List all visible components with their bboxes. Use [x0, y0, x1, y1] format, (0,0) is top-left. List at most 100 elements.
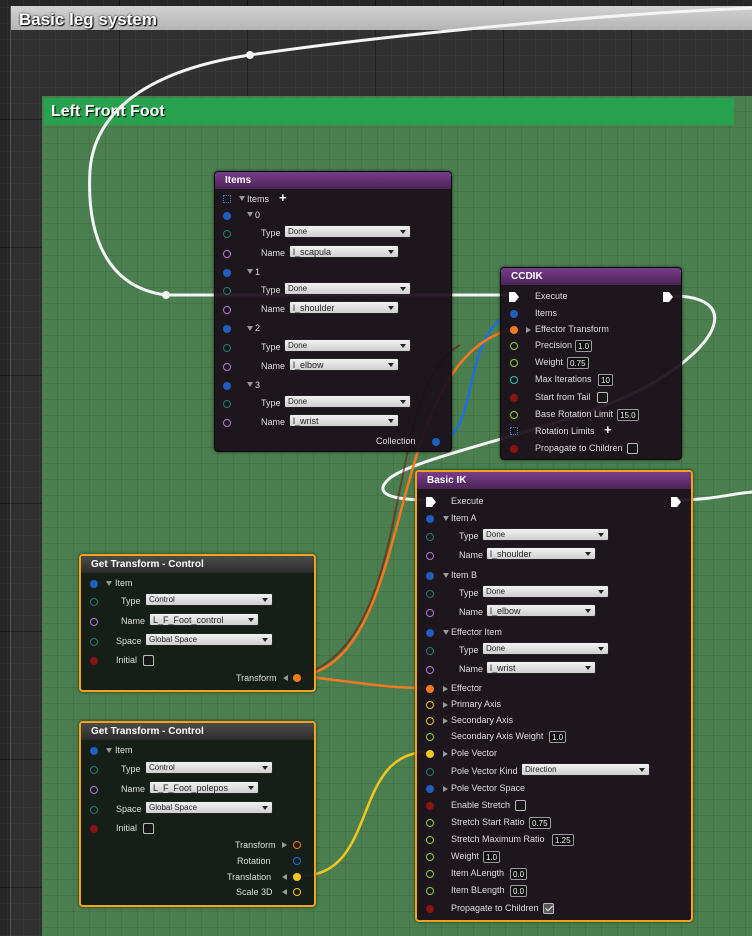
name-pin[interactable] [223, 250, 231, 258]
name-dropdown[interactable]: l_shoulder [289, 301, 399, 314]
space-pin[interactable] [90, 638, 98, 646]
expand-arrow-icon[interactable] [239, 196, 245, 201]
type-pin[interactable] [90, 598, 98, 606]
type-pin[interactable] [223, 400, 231, 408]
expand-arrow-icon[interactable] [106, 748, 112, 753]
type-dropdown[interactable]: Done [482, 642, 609, 655]
pole-vector-space-pin[interactable] [426, 785, 434, 793]
node-header[interactable]: Basic IK [417, 472, 691, 489]
type-pin[interactable] [426, 590, 434, 598]
items-pin[interactable] [510, 310, 518, 318]
exec-out-pin[interactable] [663, 292, 673, 302]
exec-in-pin[interactable] [509, 292, 519, 302]
comment-title-bar[interactable]: Basic leg system [11, 6, 752, 30]
rotation-output-pin[interactable] [293, 857, 301, 865]
exec-out-pin[interactable] [671, 497, 681, 507]
expand-arrow-icon[interactable] [247, 212, 253, 217]
type-dropdown[interactable]: Control [145, 593, 273, 606]
stretch-max-ratio-field[interactable]: 1.25 [552, 834, 574, 846]
stretch-max-ratio-pin[interactable] [426, 836, 434, 844]
propagate-checkbox[interactable] [543, 903, 554, 914]
stretch-start-ratio-pin[interactable] [426, 819, 434, 827]
max-iterations-field[interactable]: 10 [598, 374, 613, 386]
expand-arrow-icon[interactable] [282, 874, 287, 880]
expand-arrow-icon[interactable] [443, 516, 449, 521]
type-dropdown[interactable]: Done [482, 528, 609, 541]
initial-pin[interactable] [90, 825, 98, 833]
weight-pin[interactable] [426, 853, 434, 861]
translation-output-pin[interactable] [293, 873, 301, 881]
space-pin[interactable] [90, 806, 98, 814]
weight-pin[interactable] [510, 359, 518, 367]
expand-arrow-icon[interactable] [443, 786, 448, 792]
type-dropdown[interactable]: Done [284, 225, 411, 238]
name-pin[interactable] [90, 786, 98, 794]
space-dropdown[interactable]: Global Space [145, 633, 273, 646]
basic-ik-node[interactable]: Basic IK Execute Item A Type Done Name l… [415, 470, 693, 922]
name-pin[interactable] [223, 306, 231, 314]
propagate-checkbox[interactable] [627, 443, 638, 454]
item-a-length-pin[interactable] [426, 870, 434, 878]
type-dropdown[interactable]: Done [482, 585, 609, 598]
space-dropdown[interactable]: Global Space [145, 801, 273, 814]
type-pin[interactable] [90, 766, 98, 774]
initial-checkbox[interactable] [143, 655, 154, 666]
name-dropdown[interactable]: l_elbow [289, 358, 399, 371]
struct-pin[interactable] [223, 269, 231, 277]
get-transform-control-node[interactable]: Get Transform - Control Item Type Contro… [79, 554, 316, 692]
pole-vector-kind-pin[interactable] [426, 768, 434, 776]
item-b-pin[interactable] [426, 572, 434, 580]
expand-arrow-icon[interactable] [282, 889, 287, 895]
item-a-length-field[interactable]: 0.0 [510, 868, 528, 880]
expand-arrow-icon[interactable] [247, 269, 253, 274]
item-pin[interactable] [90, 747, 98, 755]
secondary-axis-pin[interactable] [426, 717, 434, 725]
type-pin[interactable] [426, 533, 434, 541]
array-icon[interactable] [510, 427, 518, 435]
effector-pin[interactable] [426, 685, 434, 693]
initial-checkbox[interactable] [143, 823, 154, 834]
start-from-tail-pin[interactable] [510, 394, 518, 402]
node-header[interactable]: CCDIK [501, 268, 681, 285]
expand-arrow-icon[interactable] [443, 686, 448, 692]
name-pin[interactable] [426, 609, 434, 617]
transform-output-pin[interactable] [293, 674, 301, 682]
get-transform-control-node[interactable]: Get Transform - Control Item Type Contro… [79, 721, 316, 907]
max-iterations-pin[interactable] [510, 376, 518, 384]
weight-field[interactable]: 1.0 [483, 851, 501, 863]
item-b-length-pin[interactable] [426, 887, 434, 895]
item-pin[interactable] [90, 580, 98, 588]
primary-axis-pin[interactable] [426, 701, 434, 709]
comment-title-bar[interactable]: Left Front Foot [44, 98, 734, 125]
name-dropdown[interactable]: l_elbow [486, 604, 596, 617]
expand-arrow-icon[interactable] [247, 382, 253, 387]
pole-vector-pin[interactable] [426, 750, 434, 758]
name-pin[interactable] [223, 363, 231, 371]
type-dropdown[interactable]: Control [145, 761, 273, 774]
ccdik-node[interactable]: CCDIK Execute Items Effector Transform P… [500, 267, 682, 460]
start-from-tail-checkbox[interactable] [597, 392, 608, 403]
name-pin[interactable] [426, 666, 434, 674]
exec-in-pin[interactable] [426, 497, 436, 507]
type-pin[interactable] [223, 287, 231, 295]
type-dropdown[interactable]: Done [284, 395, 411, 408]
name-dropdown[interactable]: l_wrist [289, 414, 399, 427]
expand-arrow-icon[interactable] [443, 702, 448, 708]
base-rotation-limit-pin[interactable] [510, 411, 518, 419]
type-pin[interactable] [223, 344, 231, 352]
struct-pin[interactable] [223, 382, 231, 390]
enable-stretch-checkbox[interactable] [515, 800, 526, 811]
type-dropdown[interactable]: Done [284, 282, 411, 295]
expand-arrow-icon[interactable] [106, 581, 112, 586]
secondary-axis-weight-field[interactable]: 1.0 [549, 731, 567, 743]
enable-stretch-pin[interactable] [426, 802, 434, 810]
name-pin[interactable] [223, 419, 231, 427]
expand-arrow-icon[interactable] [443, 630, 449, 635]
struct-pin[interactable] [223, 325, 231, 333]
name-dropdown[interactable]: L_F_Foot_polepos [149, 781, 259, 794]
name-dropdown[interactable]: L_F_Foot_control [149, 613, 259, 626]
name-pin[interactable] [90, 618, 98, 626]
type-dropdown[interactable]: Done [284, 339, 411, 352]
plus-icon[interactable]: + [604, 423, 612, 436]
weight-field[interactable]: 0.75 [567, 357, 589, 369]
